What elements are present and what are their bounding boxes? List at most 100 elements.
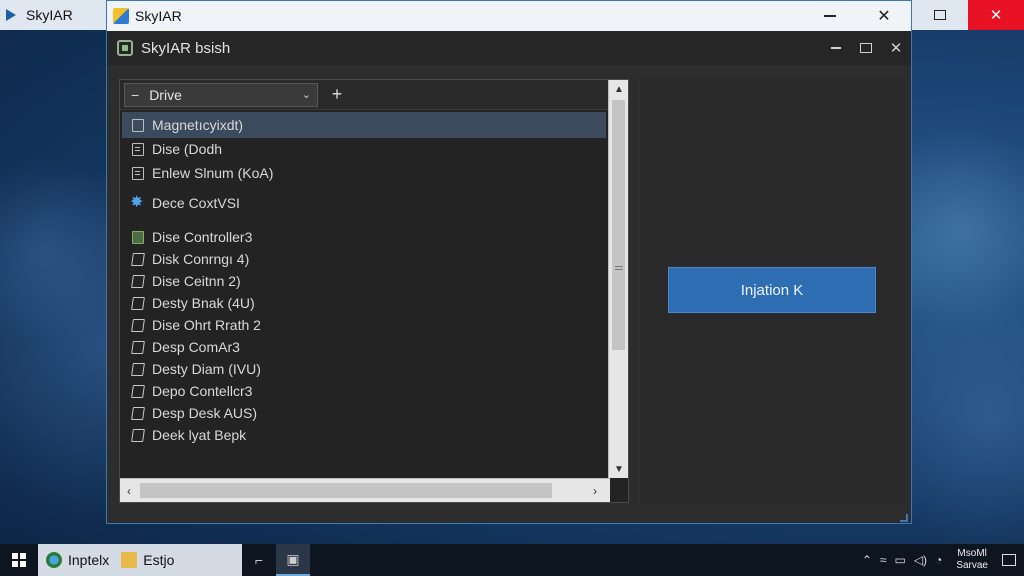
close-button[interactable]: ✕ (968, 0, 1024, 30)
volume-icon[interactable]: ◁) (914, 553, 927, 567)
list-toolbar: − Drive ⌄ + (120, 80, 628, 110)
background-window-titlebar[interactable]: SkyIAR (0, 0, 106, 30)
add-button[interactable]: + (322, 83, 352, 107)
list-item[interactable]: Enlew Slnum (KoA) (122, 160, 606, 186)
list-item-label: Desty Diam (IVU) (152, 361, 261, 377)
network-icon[interactable]: ≈ (880, 553, 887, 567)
scroll-left-arrow-icon[interactable]: ‹ (120, 479, 138, 503)
background-window-title: SkyIAR (26, 7, 73, 23)
document-icon (132, 166, 144, 180)
chip-icon (117, 40, 133, 56)
app-window-icon: ▣ (286, 550, 300, 567)
edit-icon (131, 340, 145, 354)
background-window-controls: ✕ (912, 0, 1024, 30)
close-icon: ✕ (989, 7, 1003, 24)
edit-icon (131, 362, 145, 376)
primary-action-button[interactable]: Injation K (668, 267, 876, 313)
restore-button[interactable] (912, 0, 968, 30)
drive-list: Magnetıcyixdt) Dise (Dodh Enlew Slnum (KoA… (122, 112, 606, 476)
scroll-down-arrow-icon[interactable]: ▼ (609, 460, 629, 478)
taskbar-app-label: Inptelx (68, 552, 110, 568)
action-pane: Injation K (639, 79, 905, 503)
list-item[interactable]: Magnetıcyixdt) (122, 112, 606, 138)
list-item-label: Dise Ceitnn 2) (152, 273, 241, 289)
list-item-label: Magnetıcyixdt) (152, 117, 244, 133)
chevron-up-icon[interactable]: ⌃ (862, 553, 872, 567)
star-icon (130, 192, 144, 212)
minimize-button[interactable] (803, 1, 857, 31)
scroll-right-arrow-icon[interactable]: › (586, 479, 604, 503)
system-tray: ⌃ ≈ ▭ ◁) ◔ MsoMl Sarvae (862, 548, 1024, 572)
list-item-label: Dise (Dodh (152, 141, 223, 157)
edit-icon (131, 252, 145, 266)
inner-window-titlebar[interactable]: SkyIAR bsish ✕ (107, 31, 911, 65)
edit-icon (131, 274, 145, 288)
browser-icon (46, 552, 62, 568)
close-button[interactable]: ✕ (881, 31, 911, 65)
taskbar-active-app[interactable]: ▣ (276, 544, 310, 576)
outer-window: SkyIAR ✕ SkyIAR bsish ✕ − Drive ⌄ + Magn… (106, 0, 912, 524)
battery-icon[interactable]: ▭ (894, 553, 905, 567)
list-item-label: Depo Contellcr3 (152, 383, 253, 399)
list-item-label: Desp Desk AUS) (152, 405, 258, 421)
chevron-down-icon: ⌄ (301, 89, 311, 101)
close-button[interactable]: ✕ (857, 1, 911, 31)
scroll-grip-icon (615, 266, 623, 270)
list-item-label: Dise Ohrt Rrath 2 (152, 317, 261, 333)
outer-window-titlebar[interactable]: SkyIAR ✕ (107, 1, 911, 31)
vertical-scrollbar[interactable]: ▲ ▼ (608, 80, 628, 478)
drive-list-panel: − Drive ⌄ + Magnetıcyixdt) Dise (Dodh Enle… (119, 79, 629, 503)
chip-icon (132, 230, 144, 244)
list-item-label: Deek lyat Bepk (152, 427, 247, 443)
list-item-label: Disk Conrngı 4) (152, 251, 250, 267)
edit-icon (131, 296, 145, 310)
folder-icon (121, 552, 138, 568)
maximize-icon (860, 43, 872, 53)
taskbar-pinned-app[interactable]: ⌐ (242, 544, 276, 576)
drive-dropdown[interactable]: − Drive ⌄ (124, 82, 318, 107)
restore-icon (934, 10, 946, 20)
edit-icon (131, 384, 145, 398)
list-item[interactable]: Dise (Dodh (122, 136, 606, 162)
app-logo-icon (113, 8, 129, 24)
scroll-up-arrow-icon[interactable]: ▲ (609, 80, 629, 98)
list-item-label: Dece CoxtVSI (152, 195, 240, 211)
clock-line-2: Sarvae (956, 560, 988, 571)
clock-line-1: MsoMl (957, 548, 987, 559)
maximize-button[interactable] (851, 31, 881, 65)
wifi-icon[interactable]: ◔ (935, 553, 942, 567)
horizontal-scrollbar[interactable]: ‹ › (120, 478, 610, 502)
horizontal-scroll-thumb[interactable] (140, 483, 552, 498)
list-item-label: Enlew Slnum (KoA) (152, 165, 274, 181)
taskbar-app-browser[interactable]: Inptelx Estjo (38, 544, 242, 576)
list-item[interactable]: Dece CoxtVSI (122, 190, 606, 216)
taskbar: Inptelx Estjo ⌐ ▣ ⌃ ≈ ▭ ◁) ◔ MsoMl Sarva… (0, 544, 1024, 576)
list-item-label: Desty Bnak (4U) (152, 295, 255, 311)
minimize-icon (831, 47, 841, 49)
list-item-label: Dise Controller3 (152, 229, 253, 245)
list-item[interactable]: Deek lyat Bepk (122, 422, 606, 448)
drive-dropdown-label: Drive (149, 86, 182, 103)
edit-icon (131, 406, 145, 420)
close-icon: ✕ (877, 8, 891, 25)
checkbox-icon (132, 118, 144, 132)
collapse-icon: − (131, 86, 140, 103)
notification-icon[interactable] (1002, 554, 1016, 566)
inner-window: SkyIAR bsish ✕ − Drive ⌄ + Magnetıcyixdt… (107, 31, 911, 523)
minimize-icon (824, 15, 836, 17)
edit-icon (131, 428, 145, 442)
list-item-label: Desp ComAr3 (152, 339, 240, 355)
vertical-scroll-thumb[interactable] (612, 100, 625, 350)
minimize-button[interactable] (821, 31, 851, 65)
resize-grip-icon[interactable] (900, 514, 908, 522)
windows-logo-icon (12, 553, 26, 567)
clock[interactable]: MsoMl Sarvae (956, 548, 988, 572)
document-icon (132, 142, 144, 156)
inner-window-title: SkyIAR bsish (141, 39, 231, 57)
terminal-icon: ⌐ (254, 552, 264, 568)
app-arrow-icon (6, 8, 20, 22)
edit-icon (131, 318, 145, 332)
taskbar-app-label-2: Estjo (143, 552, 175, 568)
start-button[interactable] (0, 544, 38, 576)
outer-window-title: SkyIAR (135, 8, 182, 24)
